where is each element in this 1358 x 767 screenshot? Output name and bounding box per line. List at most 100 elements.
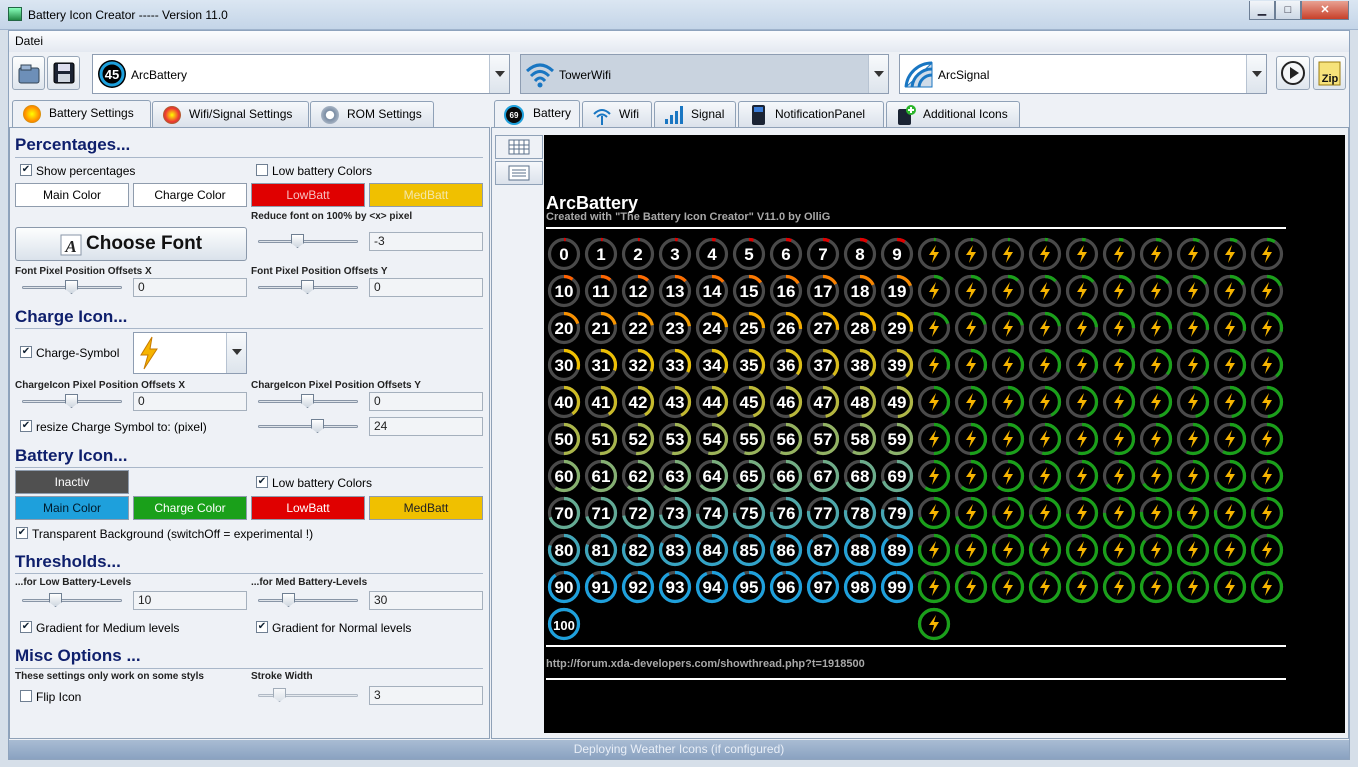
transparent-background-checkbox[interactable]: ✔ Transparent Background (switchOff = exp…: [16, 527, 313, 541]
charge-battery-icon: [1176, 422, 1210, 456]
percentages-heading: Percentages...: [15, 135, 131, 154]
charge-offset-x-slider[interactable]: [22, 394, 122, 408]
resize-charge-slider[interactable]: [258, 419, 358, 433]
battery-level-icon: 10: [547, 274, 581, 308]
charge-battery-icon: [1176, 385, 1210, 419]
battery-level-label: 8: [855, 245, 864, 264]
resize-charge-symbol-checkbox[interactable]: ✔ resize Charge Symbol to: (pixel): [20, 420, 207, 434]
tab-additional-icons[interactable]: Additional Icons: [886, 101, 1020, 127]
battery-level-label: 40: [555, 393, 574, 412]
chevron-down-icon[interactable]: [1246, 55, 1266, 93]
inactiv-color-button[interactable]: Inactiv: [15, 470, 129, 494]
font-offset-x-slider[interactable]: [22, 280, 122, 294]
flip-icon-checkbox[interactable]: Flip Icon: [20, 690, 81, 704]
font-offset-y-slider[interactable]: [258, 280, 358, 294]
section-divider: [15, 328, 483, 329]
battery-level-icon: 99: [880, 570, 914, 604]
battery-level-label: 61: [592, 467, 611, 486]
med-threshold-field[interactable]: 30: [369, 591, 483, 610]
battery-level-icon: 68: [843, 459, 877, 493]
font-offset-y-field[interactable]: 0: [369, 278, 483, 297]
charge-symbol-select[interactable]: [133, 332, 247, 374]
signal-style-select[interactable]: ArcSignal: [899, 54, 1267, 94]
wifi-style-select[interactable]: TowerWifi: [520, 54, 889, 94]
gradient-medium-checkbox[interactable]: ✔ Gradient for Medium levels: [20, 621, 179, 635]
battery-level-icon: 35: [732, 348, 766, 382]
preview-button[interactable]: [1276, 56, 1310, 90]
resize-charge-field[interactable]: 24: [369, 417, 483, 436]
battery-level-icon: 13: [658, 274, 692, 308]
charge-battery-icon: [1176, 570, 1210, 604]
menu-datei[interactable]: Datei: [15, 34, 43, 48]
low-threshold-slider[interactable]: [22, 593, 122, 607]
charge-battery-icon: [991, 385, 1025, 419]
zip-button[interactable]: Zip: [1313, 56, 1346, 90]
percent-medbatt-button[interactable]: MedBatt: [369, 183, 483, 207]
zip-label: Zip: [1322, 73, 1339, 85]
tab-notification-panel[interactable]: NotificationPanel: [738, 101, 884, 127]
flip-icon-label: Flip Icon: [36, 690, 82, 704]
tab-wifi-preview[interactable]: Wifi: [582, 101, 652, 127]
battery-level-label: 31: [592, 356, 611, 375]
charge-offset-x-field[interactable]: 0: [133, 392, 247, 411]
chevron-down-icon[interactable]: [226, 333, 246, 373]
percent-main-color-button[interactable]: Main Color: [15, 183, 129, 207]
battery-level-icon: 64: [695, 459, 729, 493]
med-threshold-slider[interactable]: [258, 593, 358, 607]
charge-battery-icon: [1065, 311, 1099, 345]
close-button[interactable]: ✕: [1301, 1, 1349, 20]
font-offset-x-field[interactable]: 0: [133, 278, 247, 297]
stroke-width-field[interactable]: 3: [369, 686, 483, 705]
battery-lowbatt-button[interactable]: LowBatt: [251, 496, 365, 520]
battery-medbatt-button[interactable]: MedBatt: [369, 496, 483, 520]
gradient-normal-checkbox[interactable]: ✔ Gradient for Normal levels: [256, 621, 411, 635]
save-button[interactable]: [47, 56, 80, 90]
low-battery-colors-checkbox[interactable]: Low battery Colors: [256, 164, 372, 178]
percent-charge-color-button[interactable]: Charge Color: [133, 183, 247, 207]
maximize-button[interactable]: □: [1275, 1, 1301, 20]
battery-level-label: 68: [851, 467, 870, 486]
battery-level-label: 80: [555, 541, 574, 560]
battery-level-label: 24: [703, 319, 722, 338]
charge-battery-icon: [1213, 533, 1247, 567]
choose-font-label: Choose Font: [86, 233, 203, 254]
chevron-down-icon[interactable]: [868, 55, 888, 93]
choose-font-button[interactable]: A Choose Font: [15, 227, 247, 261]
battery-level-icon: 89: [880, 533, 914, 567]
percent-lowbatt-button[interactable]: LowBatt: [251, 183, 365, 207]
battery-level-label: 35: [740, 356, 759, 375]
low-threshold-field[interactable]: 10: [133, 591, 247, 610]
show-percentages-checkbox[interactable]: ✔ Show percentages: [20, 164, 135, 178]
open-button[interactable]: [12, 56, 45, 90]
charge-symbol-checkbox[interactable]: ✔ Charge-Symbol: [20, 346, 119, 360]
battery-main-color-button[interactable]: Main Color: [15, 496, 129, 520]
battery-level-icon: 4: [695, 237, 729, 271]
tab-wifi-signal-settings[interactable]: Wifi/Signal Settings: [152, 101, 309, 127]
tab-signal-preview[interactable]: Signal: [654, 101, 736, 127]
chevron-down-icon[interactable]: [489, 55, 509, 93]
tab-battery-settings[interactable]: Battery Settings: [12, 100, 151, 128]
battery-level-label: 2: [633, 245, 642, 264]
charge-offset-y-field[interactable]: 0: [369, 392, 483, 411]
battery-low-colors-checkbox[interactable]: ✔ Low battery Colors: [256, 476, 372, 490]
minimize-button[interactable]: ▁: [1249, 1, 1275, 20]
battery-level-icon: 33: [658, 348, 692, 382]
reduce-font-field[interactable]: -3: [369, 232, 483, 251]
reduce-font-slider[interactable]: [258, 234, 358, 248]
stroke-width-slider[interactable]: [258, 688, 358, 702]
battery-level-label: 70: [555, 504, 574, 523]
tab-battery-preview[interactable]: 69 Battery: [494, 100, 580, 128]
list-view-tab[interactable]: [495, 161, 543, 185]
battery-level-label: 87: [814, 541, 833, 560]
preview-panel: 69 Battery Wifi Signal NotificationPanel…: [491, 100, 1349, 739]
svg-text:A: A: [64, 237, 76, 256]
charge-offset-y-slider[interactable]: [258, 394, 358, 408]
charge-battery-icon: [1250, 459, 1284, 493]
battery-style-select[interactable]: 45 ArcBattery: [92, 54, 510, 94]
battery-charge-color-button[interactable]: Charge Color: [133, 496, 247, 520]
grid-view-tab[interactable]: [495, 135, 543, 159]
tab-rom-settings[interactable]: ROM Settings: [310, 101, 434, 127]
charge-battery-icon: [954, 274, 988, 308]
check-icon: ✔: [20, 346, 32, 358]
battery-level-icon: 45: [732, 385, 766, 419]
